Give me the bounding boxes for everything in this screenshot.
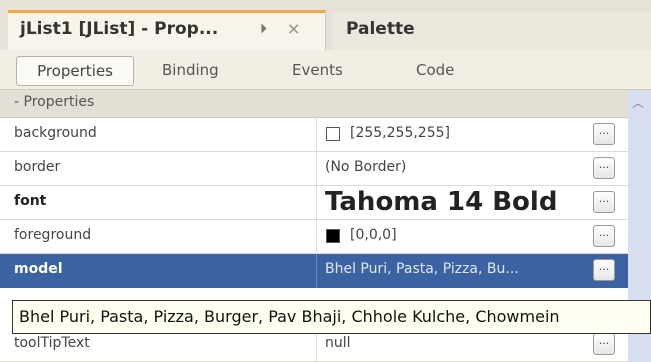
more-button[interactable]: ... xyxy=(593,157,615,179)
property-row-background[interactable]: background [255,255,255] ... xyxy=(0,118,628,152)
tab-title: jList1 [JList] - Prop... xyxy=(20,19,219,39)
tab-title: Palette xyxy=(346,19,415,39)
property-row-foreground[interactable]: foreground [0,0,0] ... xyxy=(0,220,628,254)
column-divider xyxy=(316,186,317,220)
property-name: border xyxy=(14,159,61,175)
more-button[interactable]: ... xyxy=(593,259,615,281)
more-button[interactable]: ... xyxy=(593,225,615,247)
column-divider xyxy=(316,118,317,152)
property-value[interactable]: Tahoma 14 Bold xyxy=(325,187,557,217)
property-name: font xyxy=(14,193,47,209)
property-name: toolTipText xyxy=(14,335,90,351)
property-value[interactable]: null xyxy=(325,335,351,351)
tab-properties-window[interactable]: jList1 [JList] - Prop... ⏵ × xyxy=(8,10,326,50)
property-row-border[interactable]: border (No Border) ... xyxy=(0,152,628,186)
column-divider xyxy=(316,152,317,186)
color-swatch xyxy=(326,229,340,243)
subtab-binding[interactable]: Binding xyxy=(162,56,219,86)
property-value[interactable]: [0,0,0] xyxy=(350,227,397,243)
tab-palette[interactable]: Palette xyxy=(332,12,651,50)
more-button[interactable]: ... xyxy=(593,123,615,145)
property-row-font[interactable]: font Tahoma 14 Bold ... xyxy=(0,186,628,220)
property-name: foreground xyxy=(14,227,92,243)
subtab-events[interactable]: Events xyxy=(292,56,343,86)
subtab-code[interactable]: Code xyxy=(416,56,454,86)
properties-section-header[interactable]: - Properties xyxy=(0,90,628,118)
property-name: model xyxy=(14,261,63,277)
property-row-model[interactable]: model Bhel Puri, Pasta, Pizza, Bu... ... xyxy=(0,254,628,288)
more-button[interactable]: ... xyxy=(593,333,615,355)
tooltip: Bhel Puri, Pasta, Pizza, Burger, Pav Bha… xyxy=(12,300,651,334)
window-tab-strip: jList1 [JList] - Prop... ⏵ × Palette xyxy=(0,0,651,50)
more-button[interactable]: ... xyxy=(593,191,615,213)
close-icon[interactable]: × xyxy=(287,19,300,38)
property-value[interactable]: Bhel Puri, Pasta, Pizza, Bu... xyxy=(325,261,519,277)
column-divider xyxy=(316,254,317,288)
restore-window-icon[interactable]: ⏵ xyxy=(260,21,267,37)
column-divider xyxy=(316,220,317,254)
property-subtabs: Properties Binding Events Code xyxy=(0,50,651,90)
property-value[interactable]: [255,255,255] xyxy=(350,125,450,141)
color-swatch xyxy=(326,127,340,141)
property-value[interactable]: (No Border) xyxy=(325,159,406,175)
subtab-properties[interactable]: Properties xyxy=(16,56,134,86)
section-title: - Properties xyxy=(14,94,95,110)
chevron-up-icon[interactable]: ︿ xyxy=(632,94,644,111)
property-name: background xyxy=(14,125,97,141)
